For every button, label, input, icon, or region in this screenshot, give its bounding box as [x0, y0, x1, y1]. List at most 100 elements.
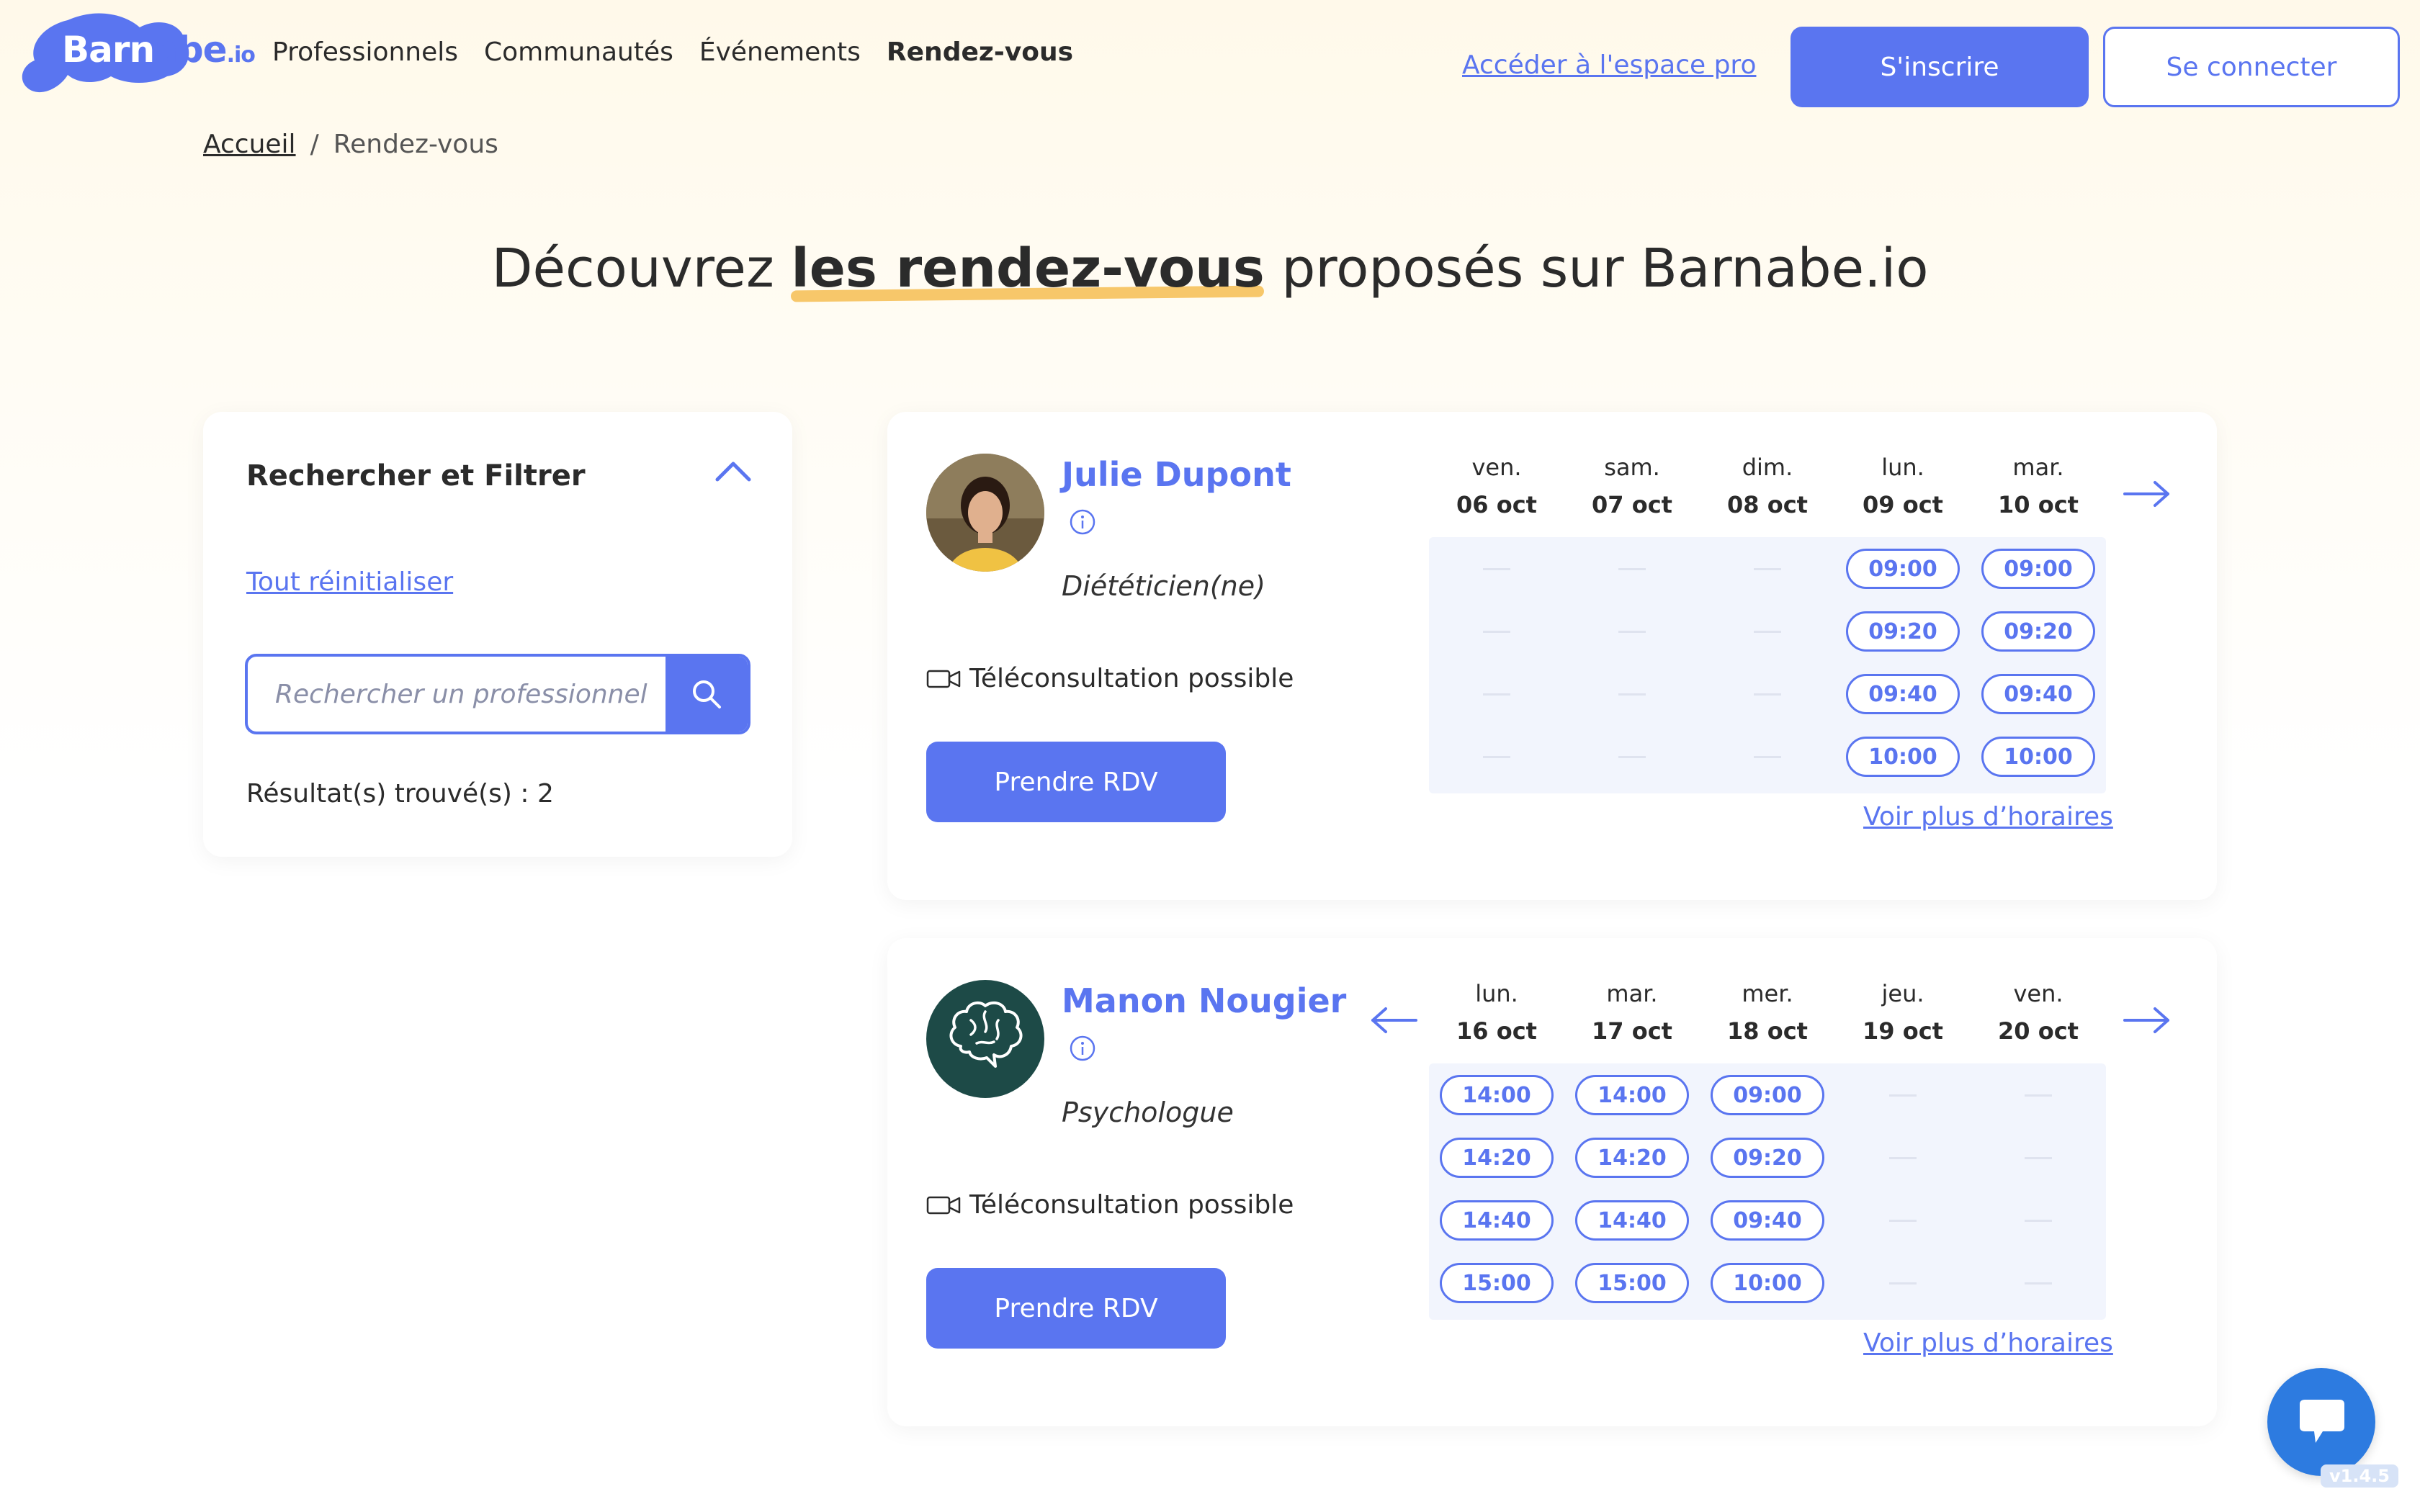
headline-after: proposés sur Barnabe.io: [1264, 238, 1929, 300]
breadcrumb: Accueil / Rendez-vous: [203, 130, 498, 159]
brain-icon: [949, 1001, 1023, 1068]
chat-button[interactable]: [2267, 1368, 2375, 1476]
info-icon[interactable]: [1069, 1035, 1096, 1062]
day-header: mer. 18 oct: [1700, 980, 1835, 1045]
time-slot-button[interactable]: 09:00: [1846, 549, 1960, 589]
chat-bubble-icon: [2300, 1400, 2344, 1443]
time-slot-button[interactable]: 09:00: [1981, 549, 2095, 589]
day-date: 17 oct: [1592, 1017, 1672, 1045]
time-slot-button[interactable]: 14:40: [1575, 1200, 1689, 1241]
search-button[interactable]: [666, 657, 748, 732]
time-slot-button[interactable]: 15:00: [1575, 1263, 1689, 1303]
day-header: mar. 10 oct: [1971, 454, 2106, 518]
pro-space-link[interactable]: Accéder à l'espace pro: [1462, 50, 1756, 80]
calendar-days-header: ven. 06 oct sam. 07 oct dim. 08 oct lun. 09 …: [1429, 454, 2106, 518]
book-appointment-button[interactable]: Prendre RDV: [926, 742, 1226, 822]
time-slot-button[interactable]: 09:00: [1711, 1075, 1824, 1115]
day-name: ven.: [2013, 980, 2063, 1007]
avatar[interactable]: [926, 980, 1044, 1098]
professional-name[interactable]: Manon Nougier: [1062, 981, 1346, 1020]
professional-specialty: Psychologue: [1062, 1097, 1234, 1128]
day-name: dim.: [1742, 454, 1793, 481]
day-column: [1971, 1063, 2106, 1320]
time-slot-button[interactable]: 10:00: [1846, 737, 1960, 777]
no-slot: [1711, 611, 1824, 652]
book-appointment-button[interactable]: Prendre RDV: [926, 1268, 1226, 1349]
time-slot-button[interactable]: 10:00: [1981, 737, 2095, 777]
time-slot-button[interactable]: 09:20: [1711, 1138, 1824, 1178]
time-slot-button[interactable]: 14:40: [1440, 1200, 1554, 1241]
professional-name[interactable]: Julie Dupont: [1062, 455, 1291, 494]
time-slot-button[interactable]: 15:00: [1440, 1263, 1554, 1303]
day-name: mar.: [2012, 454, 2064, 481]
no-slot: [1440, 737, 1554, 777]
day-date: 10 oct: [1998, 491, 2079, 518]
time-slot-button[interactable]: 14:20: [1575, 1138, 1689, 1178]
no-slot: [1575, 737, 1689, 777]
day-date: 09 oct: [1863, 491, 1943, 518]
barnabe-logo[interactable]: Barnabe.io: [17, 10, 256, 98]
info-icon[interactable]: [1069, 508, 1096, 536]
time-slot-button[interactable]: 09:20: [1981, 611, 2095, 652]
no-slot: [1711, 674, 1824, 714]
more-slots-link[interactable]: Voir plus d’horaires: [1863, 802, 2113, 832]
day-column: 09:00 09:20 09:40 10:00: [1971, 537, 2106, 793]
nav-item-evenements[interactable]: Événements: [699, 37, 861, 67]
nav-item-rendez-vous[interactable]: Rendez-vous: [887, 37, 1073, 67]
arrow-left-icon[interactable]: [1368, 1006, 1419, 1035]
time-slot-grid: 09:00 09:20 09:40 10:00 09:00 09:20 09:4…: [1429, 537, 2106, 793]
search-input[interactable]: [248, 657, 651, 732]
more-slots-link[interactable]: Voir plus d’horaires: [1863, 1328, 2113, 1358]
time-slot-button[interactable]: 14:00: [1440, 1075, 1554, 1115]
no-slot: [1846, 1075, 1960, 1115]
arrow-right-icon[interactable]: [2122, 1006, 2172, 1035]
professional-specialty: Diététicien(ne): [1062, 570, 1265, 602]
teleconsultation-label: Téléconsultation possible: [969, 1190, 1294, 1220]
search-icon: [693, 680, 721, 708]
avatar[interactable]: [926, 454, 1044, 572]
logo-suffix: .io: [226, 42, 256, 68]
arrow-right-icon[interactable]: [2122, 480, 2172, 508]
day-name: mer.: [1742, 980, 1793, 1007]
nav-item-professionnels[interactable]: Professionnels: [272, 37, 458, 67]
time-slot-button[interactable]: 10:00: [1711, 1263, 1824, 1303]
day-header: dim. 08 oct: [1700, 454, 1835, 518]
calendar-days-header: lun. 16 oct mar. 17 oct mer. 18 oct jeu. 19 …: [1429, 980, 2106, 1045]
no-slot: [1981, 1075, 2095, 1115]
signup-button[interactable]: S'inscrire: [1791, 27, 2089, 107]
logo-wordmark: Barnabe.io: [62, 29, 256, 71]
day-column: 09:00 09:20 09:40 10:00: [1835, 537, 1971, 793]
chevron-up-icon[interactable]: [714, 456, 752, 485]
time-slot-button[interactable]: 09:40: [1846, 674, 1960, 714]
day-header: sam. 07 oct: [1564, 454, 1700, 518]
results-count: Résultat(s) trouvé(s) : 2: [246, 779, 554, 809]
day-name: sam.: [1604, 454, 1660, 481]
filter-title: Rechercher et Filtrer: [246, 459, 586, 492]
no-slot: [1981, 1263, 2095, 1303]
reset-filters-link[interactable]: Tout réinitialiser: [246, 567, 453, 597]
time-slot-button[interactable]: 09:20: [1846, 611, 1960, 652]
day-name: lun.: [1881, 454, 1924, 481]
no-slot: [1711, 549, 1824, 589]
no-slot: [1711, 737, 1824, 777]
logo-part2: abe: [154, 29, 227, 71]
time-slot-grid: 14:00 14:20 14:40 15:00 14:00 14:20 14:4…: [1429, 1063, 2106, 1320]
time-slot-button[interactable]: 14:00: [1575, 1075, 1689, 1115]
day-name: mar.: [1606, 980, 1658, 1007]
breadcrumb-home[interactable]: Accueil: [203, 130, 296, 159]
time-slot-button[interactable]: 09:40: [1711, 1200, 1824, 1241]
no-slot: [1440, 674, 1554, 714]
day-name: ven.: [1471, 454, 1522, 481]
day-column: [1429, 537, 1564, 793]
no-slot: [1846, 1138, 1960, 1178]
version-badge: v1.4.5: [2321, 1464, 2398, 1488]
main-nav: Professionnels Communautés Événements Re…: [272, 37, 1073, 67]
day-name: jeu.: [1881, 980, 1924, 1007]
time-slot-button[interactable]: 14:20: [1440, 1138, 1554, 1178]
time-slot-button[interactable]: 09:40: [1981, 674, 2095, 714]
day-date: 18 oct: [1727, 1017, 1808, 1045]
day-name: lun.: [1475, 980, 1518, 1007]
login-button[interactable]: Se connecter: [2103, 27, 2400, 107]
nav-item-communautes[interactable]: Communautés: [484, 37, 673, 67]
professional-card: Julie Dupont Diététicien(ne) Téléconsult…: [887, 412, 2217, 900]
